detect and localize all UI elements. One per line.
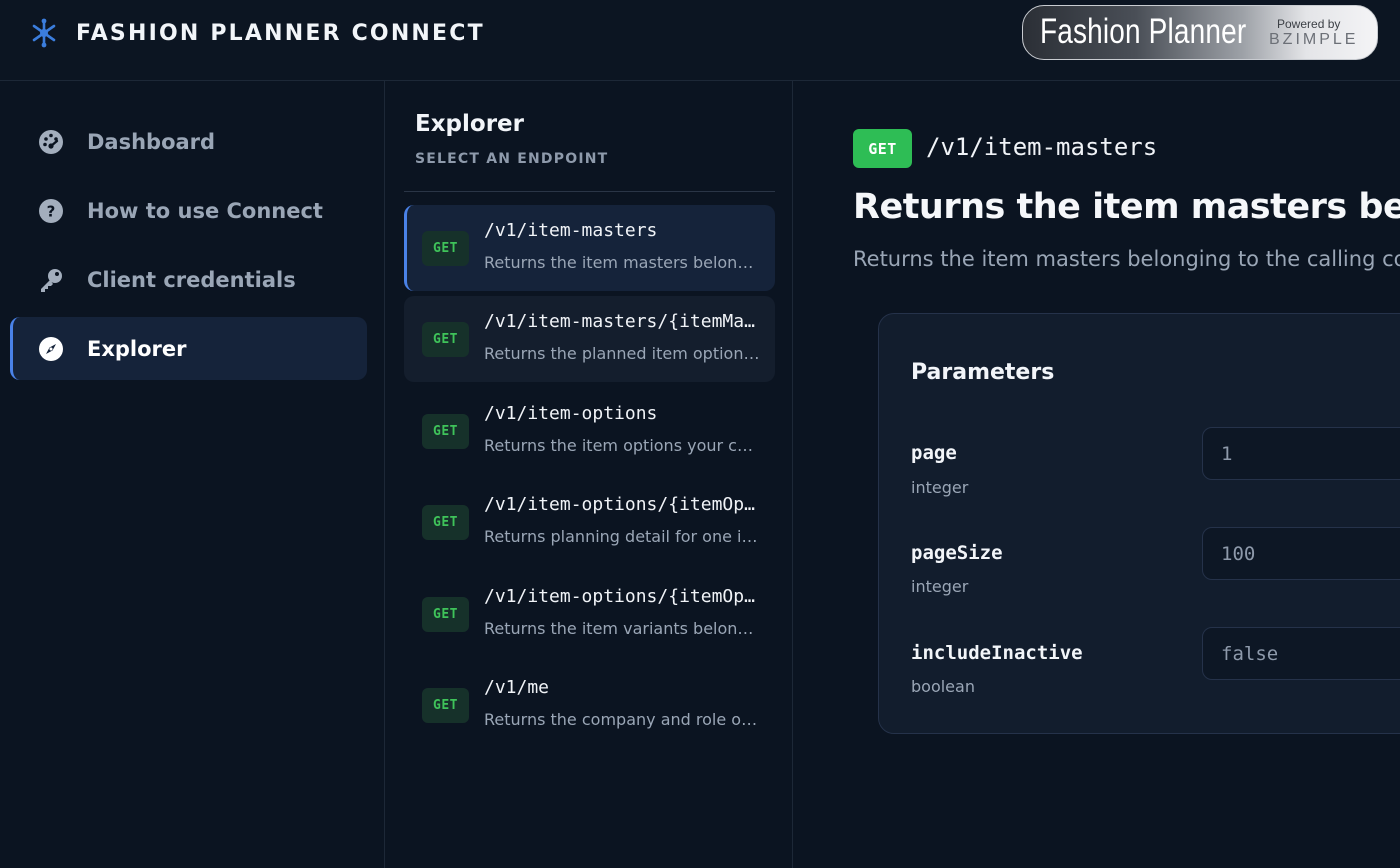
logo-powered-by: Powered by	[1277, 17, 1341, 31]
svg-text:?: ?	[47, 202, 56, 220]
include-inactive-input[interactable]: false	[1202, 627, 1400, 680]
detail-description: Returns the item masters belonging to th…	[853, 247, 1400, 271]
method-badge: GET	[422, 414, 469, 449]
sidebar-item-label: Client credentials	[87, 267, 296, 292]
divider	[404, 191, 775, 192]
endpoint-path: /v1/item-masters/{itemMasterId}	[484, 311, 756, 332]
method-badge: GET	[422, 688, 469, 723]
endpoint-item[interactable]: GET /v1/item-options/{itemOptionId} Retu…	[404, 479, 775, 565]
endpoint-item[interactable]: GET /v1/item-masters Returns the item ma…	[404, 205, 775, 291]
brand[interactable]: FASHION PLANNER CONNECT	[30, 16, 485, 50]
endpoint-item[interactable]: GET /v1/item-options Returns the item op…	[404, 388, 775, 474]
fashion-planner-logo: Fashion Planner Powered by BZIMPLE	[1022, 5, 1378, 60]
sidebar: Dashboard ? How to use Connect Client cr…	[0, 81, 385, 868]
parameters-title: Parameters	[911, 360, 1055, 385]
endpoint-path: /v1/item-options/{itemOptionId}/variants	[484, 586, 756, 607]
compass-icon	[37, 335, 65, 363]
endpoint-path: /v1/item-options	[484, 403, 658, 424]
method-badge: GET	[422, 597, 469, 632]
explorer-subtitle: SELECT AN ENDPOINT	[415, 151, 609, 167]
endpoint-path: /v1/me	[484, 677, 550, 698]
gauge-icon	[37, 128, 65, 156]
endpoint-item[interactable]: GET /v1/item-options/{itemOptionId}/vari…	[404, 571, 775, 657]
help-circle-icon: ?	[37, 197, 65, 225]
endpoint-description: Returns the item variants belonging to o…	[484, 619, 762, 638]
sidebar-item-label: Explorer	[87, 336, 187, 361]
param-type: boolean	[911, 677, 975, 696]
endpoint-description: Returns the item masters belonging to th…	[484, 253, 762, 272]
detail-method-badge: GET	[853, 129, 912, 168]
param-name: includeInactive	[911, 642, 1083, 664]
logo-vendor: BZIMPLE	[1269, 31, 1359, 48]
endpoint-item[interactable]: GET /v1/me Returns the company and role …	[404, 662, 775, 748]
sidebar-item-label: Dashboard	[87, 129, 216, 154]
method-badge: GET	[422, 505, 469, 540]
endpoint-description: Returns the planned item options for one…	[484, 344, 762, 363]
param-type: integer	[911, 478, 969, 497]
param-type: integer	[911, 577, 969, 596]
app-title: FASHION PLANNER CONNECT	[76, 20, 485, 46]
sidebar-item-explorer[interactable]: Explorer	[10, 317, 367, 380]
page-input[interactable]: 1	[1202, 427, 1400, 480]
param-name: pageSize	[911, 542, 1003, 564]
endpoint-item[interactable]: GET /v1/item-masters/{itemMasterId} Retu…	[404, 296, 775, 382]
sidebar-item-client-credentials[interactable]: Client credentials	[10, 248, 367, 311]
key-icon	[37, 266, 65, 294]
endpoint-detail: GET /v1/item-masters Returns the item ma…	[794, 81, 1400, 868]
sidebar-item-how-to-use[interactable]: ? How to use Connect	[10, 179, 367, 242]
endpoint-description: Returns planning detail for one item opt…	[484, 527, 762, 546]
detail-path: /v1/item-masters	[926, 133, 1158, 161]
page-size-input[interactable]: 100	[1202, 527, 1400, 580]
endpoint-description: Returns the item options your company ha…	[484, 436, 762, 455]
endpoint-path: /v1/item-options/{itemOptionId}	[484, 494, 756, 515]
endpoint-description: Returns the company and role of the call…	[484, 710, 762, 729]
endpoint-list-panel: Explorer SELECT AN ENDPOINT GET /v1/item…	[386, 81, 793, 868]
connect-logo-icon	[30, 17, 58, 49]
logo-product-name: Fashion Planner	[1040, 12, 1247, 51]
sidebar-item-label: How to use Connect	[87, 198, 323, 223]
method-badge: GET	[422, 322, 469, 357]
explorer-title: Explorer	[415, 111, 524, 137]
param-name: page	[911, 442, 957, 464]
detail-title: Returns the item masters belonging to th…	[853, 187, 1400, 227]
top-bar: FASHION PLANNER CONNECT Fashion Planner …	[0, 0, 1400, 81]
sidebar-item-dashboard[interactable]: Dashboard	[10, 110, 367, 173]
parameters-card: Parameters page integer 1 pageSize integ…	[878, 313, 1400, 734]
endpoint-path: /v1/item-masters	[484, 220, 658, 241]
method-badge: GET	[422, 231, 469, 266]
